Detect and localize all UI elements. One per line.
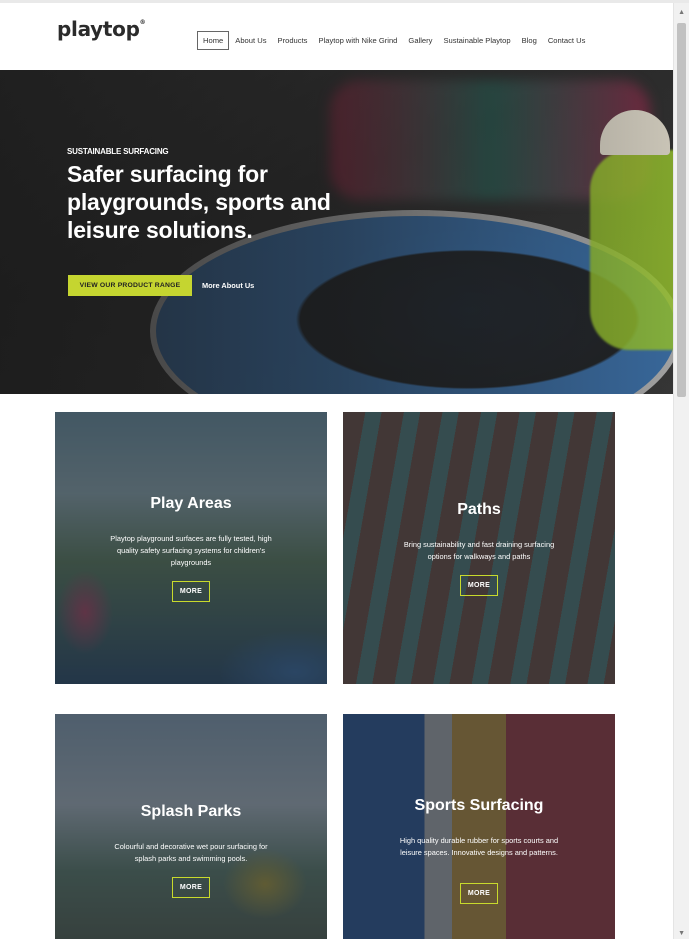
card-paths[interactable]: Paths Bring sustainability and fast drai… (343, 412, 615, 684)
hero-eyebrow: SUSTAINABLE SURFACING (67, 147, 169, 156)
more-button[interactable]: MORE (172, 877, 210, 898)
card-play-areas[interactable]: Play Areas Playtop playground surfaces a… (55, 412, 327, 684)
hero-title: Safer surfacing for playgrounds, sports … (67, 161, 331, 243)
site-logo[interactable]: playtop® (57, 17, 146, 41)
card-description: High quality durable rubber for sports c… (399, 836, 559, 857)
nav-item-gallery[interactable]: Gallery (403, 32, 437, 49)
logo-text: playtop (57, 17, 140, 41)
more-button[interactable]: MORE (460, 883, 498, 904)
logo-registered-mark: ® (139, 19, 146, 26)
scroll-up-arrow-icon[interactable]: ▲ (678, 9, 685, 16)
more-button[interactable]: MORE (460, 575, 498, 596)
nav-item-home[interactable]: Home (197, 31, 230, 50)
scroll-down-arrow-icon[interactable]: ▼ (678, 930, 685, 937)
card-overlay (55, 714, 327, 939)
card-description: Playtop playground surfaces are fully te… (110, 534, 272, 567)
nav-item-blog[interactable]: Blog (517, 32, 542, 49)
card-sports-surfacing[interactable]: Sports Surfacing High quality durable ru… (343, 714, 615, 939)
page-scrollbar[interactable]: ▲ ▼ (673, 3, 689, 939)
hero-banner: SUSTAINABLE SURFACING Safer surfacing fo… (0, 70, 673, 394)
nav-item-products[interactable]: Products (273, 32, 313, 49)
card-title: Sports Surfacing (414, 797, 544, 814)
card-title: Paths (457, 501, 501, 518)
more-button[interactable]: MORE (172, 581, 210, 602)
view-product-range-button[interactable]: VIEW OUR PRODUCT RANGE (68, 275, 192, 296)
card-title: Splash Parks (140, 803, 242, 820)
card-overlay (343, 714, 615, 939)
nav-item-sustainable-playtop[interactable]: Sustainable Playtop (438, 32, 515, 49)
scrollbar-thumb[interactable] (677, 23, 686, 397)
more-about-us-link[interactable]: More About Us (202, 281, 254, 290)
card-description: Bring sustainability and fast draining s… (403, 540, 555, 561)
nav-item-contact-us[interactable]: Contact Us (543, 32, 591, 49)
card-splash-parks[interactable]: Splash Parks Colourful and decorative we… (55, 714, 327, 939)
nav-item-about-us[interactable]: About Us (230, 32, 271, 49)
main-nav: Home About Us Products Playtop with Nike… (197, 31, 591, 50)
card-title: Play Areas (150, 495, 232, 512)
site-header: playtop® Home About Us Products Playtop … (0, 3, 673, 70)
nav-item-playtop-with-nike-grind[interactable]: Playtop with Nike Grind (313, 32, 402, 49)
card-description: Colourful and decorative wet pour surfac… (114, 842, 268, 863)
